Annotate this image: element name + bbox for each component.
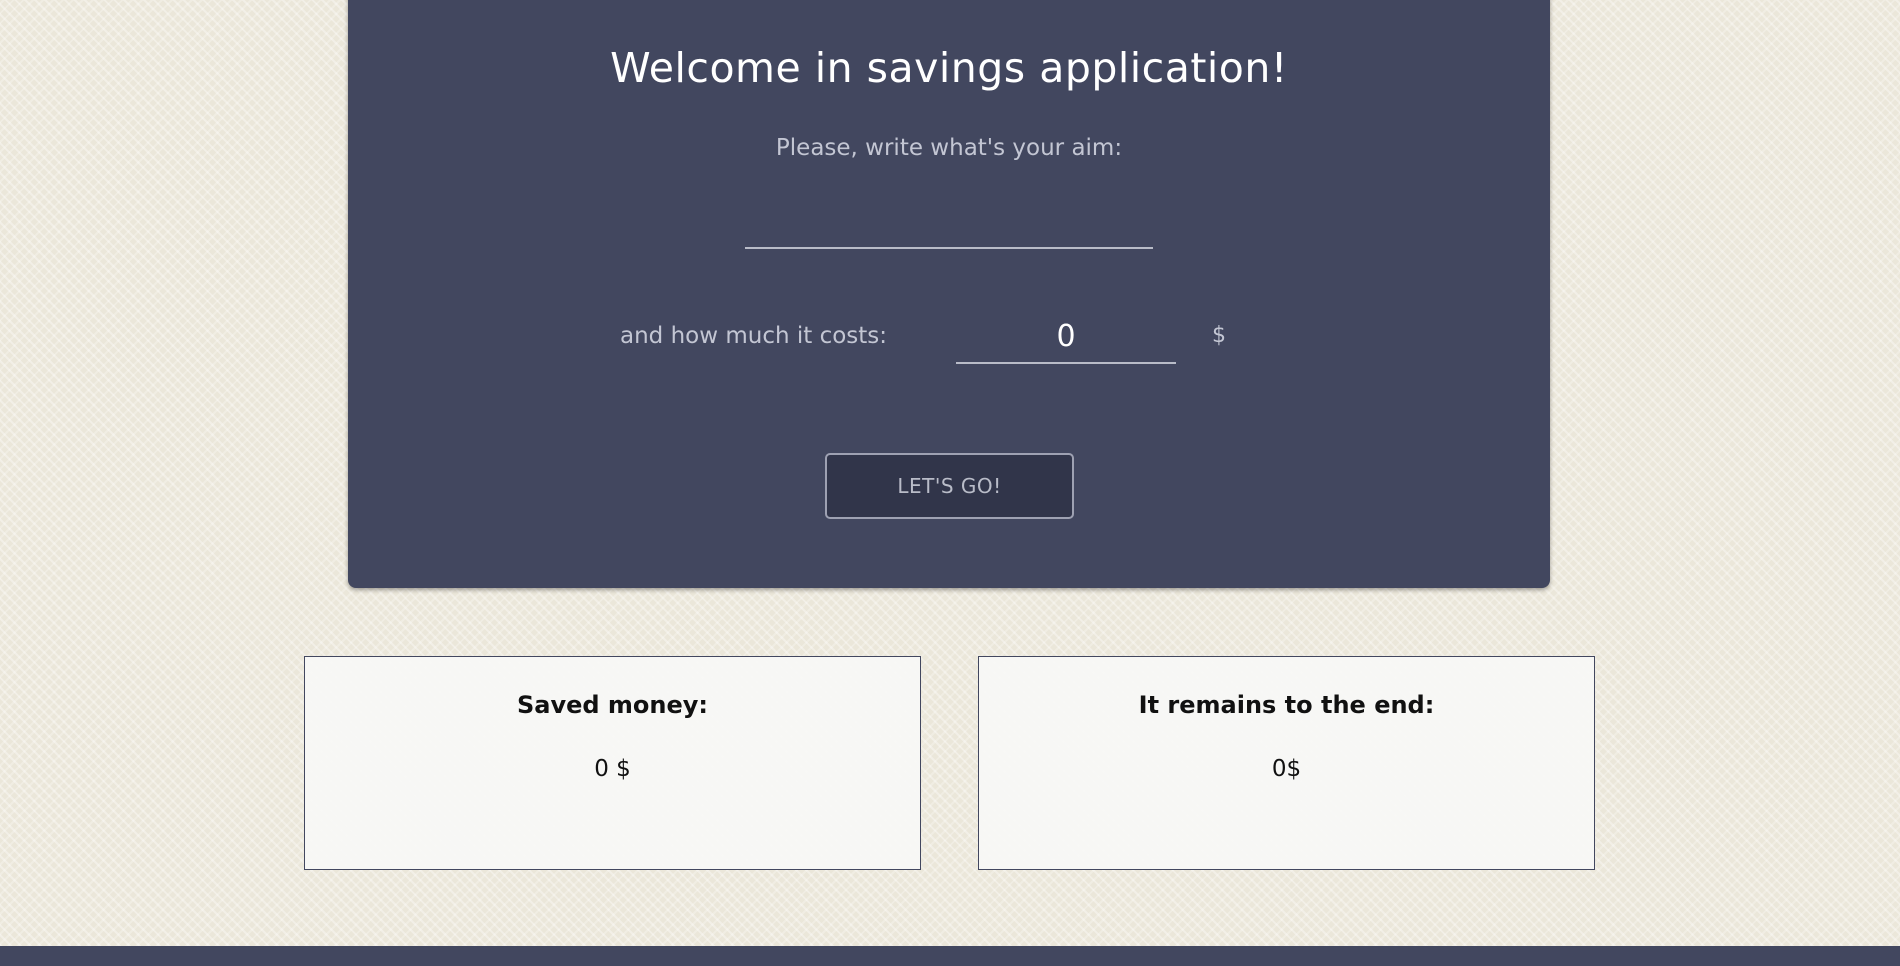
- saved-money-title: Saved money:: [516, 691, 709, 719]
- saved-money-card: Saved money: 0 $: [304, 656, 921, 870]
- cost-label: and how much it costs:: [620, 323, 888, 349]
- page-title: Welcome in savings application!: [610, 44, 1288, 92]
- saved-money-value: 0 $: [594, 756, 631, 782]
- aim-prompt: Please, write what's your aim:: [775, 135, 1123, 161]
- remaining-value: 0$: [1271, 756, 1302, 782]
- footer-bar: [0, 946, 1900, 966]
- lets-go-button[interactable]: LET'S GO!: [825, 453, 1074, 519]
- cost-input[interactable]: [956, 310, 1176, 364]
- remaining-title: It remains to the end:: [1138, 691, 1435, 719]
- welcome-panel: Welcome in savings application! Please, …: [348, 0, 1550, 588]
- currency-label: $: [1212, 323, 1226, 348]
- aim-input[interactable]: [745, 193, 1153, 249]
- remaining-card: It remains to the end: 0$: [978, 656, 1595, 870]
